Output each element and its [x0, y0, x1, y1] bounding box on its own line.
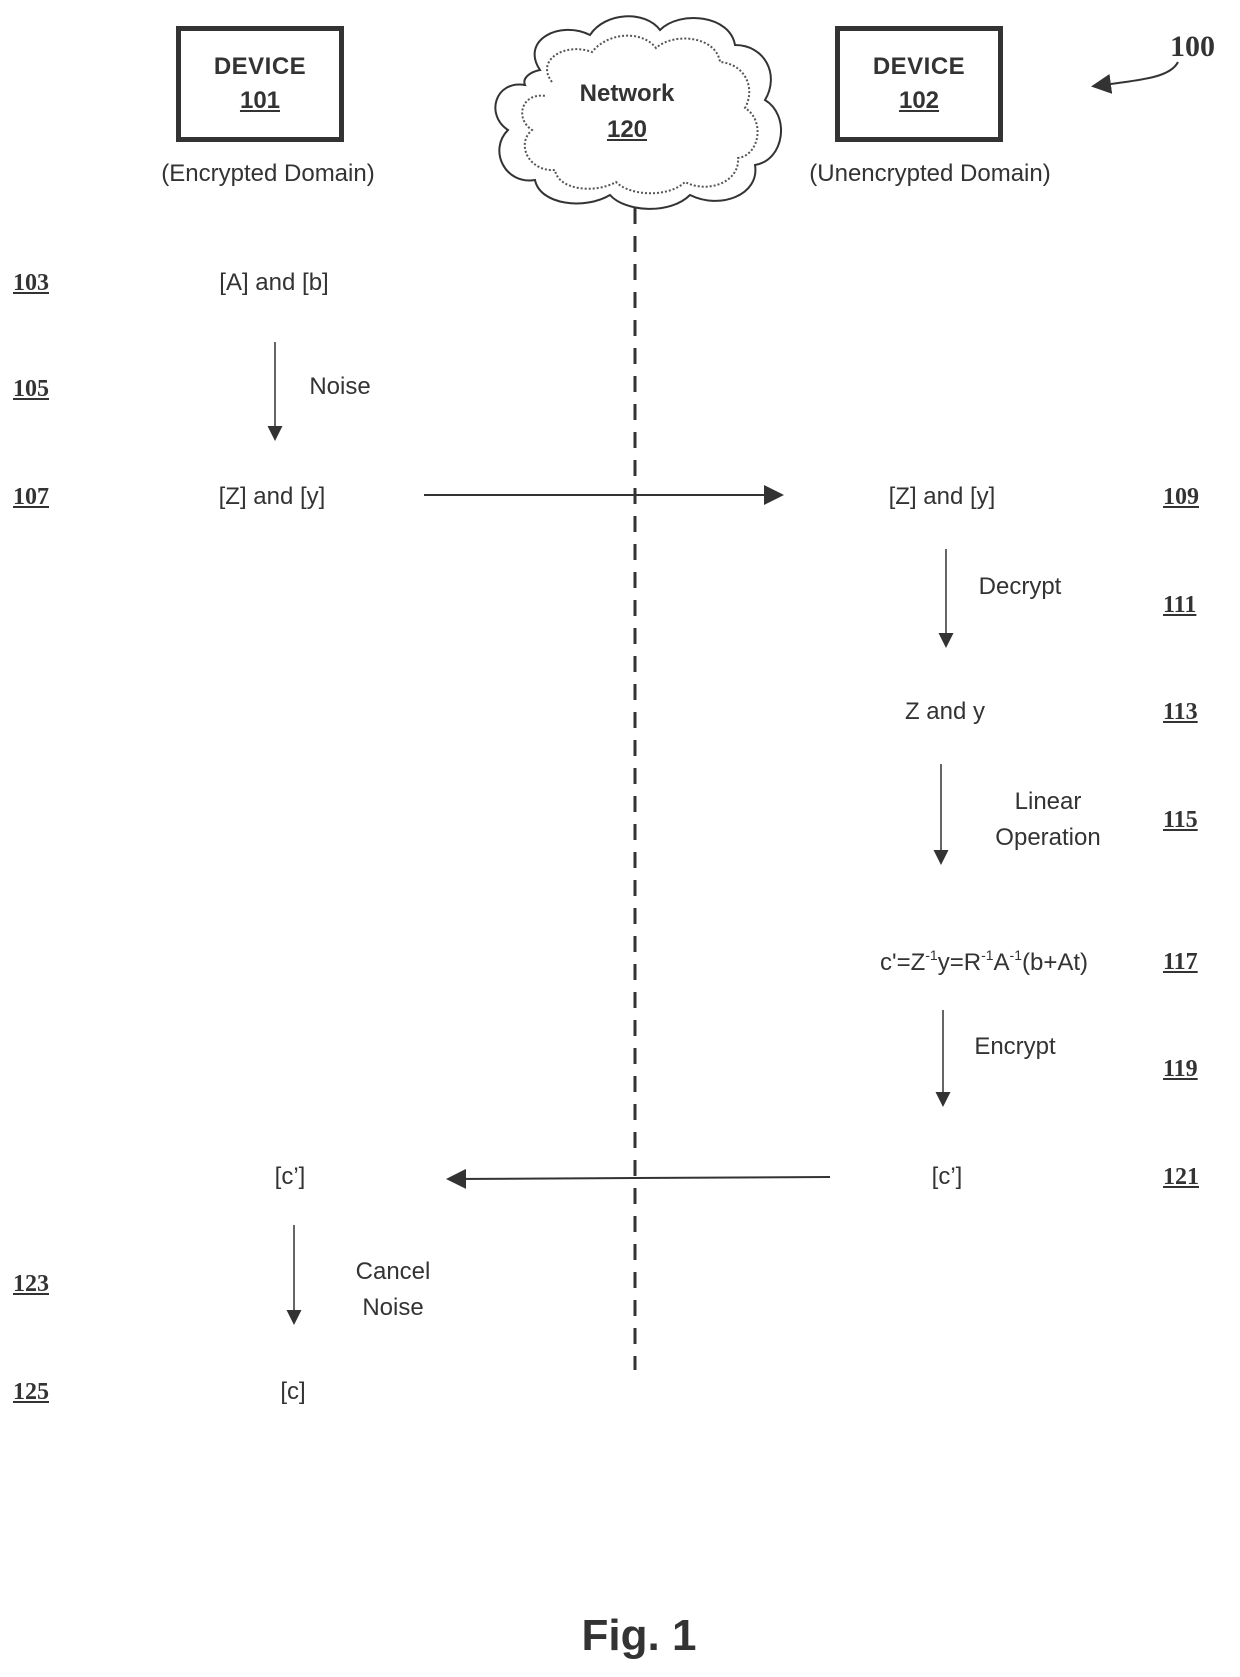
network-label: Network 120 — [580, 80, 675, 144]
ref-125: 125 — [13, 1379, 49, 1405]
unencrypted-domain-label: (Unencrypted Domain) — [809, 160, 1051, 187]
device-102-title: DEVICE — [872, 53, 966, 80]
encrypted-result-c: [c] — [280, 1378, 306, 1405]
ref-117: 117 — [1163, 949, 1198, 975]
device-102-number: 102 — [898, 87, 940, 114]
encrypted-z-and-y-right: [Z] and [y] — [888, 483, 996, 510]
formula-part: c'=Z — [879, 949, 926, 976]
figure-caption: Fig. 1 — [581, 1611, 697, 1660]
device-101-number: 101 — [239, 87, 281, 114]
formula-exponent: -1 — [1009, 947, 1022, 963]
noise-step-label: Noise — [309, 373, 371, 400]
formula-part: y=R — [937, 949, 982, 976]
figure-reference-number: 100 — [1170, 30, 1215, 63]
ref-115: 115 — [1163, 807, 1198, 833]
formula-exponent: -1 — [981, 947, 994, 963]
formula-part: (b+At) — [1021, 949, 1089, 976]
encrypted-z-and-y-left: [Z] and [y] — [218, 483, 326, 510]
formula-part: A — [993, 949, 1010, 976]
ref-103: 103 — [13, 270, 49, 296]
encrypted-c-prime-right: [c’] — [931, 1163, 963, 1190]
decrypt-step-label: Decrypt — [978, 573, 1062, 600]
ref-119: 119 — [1163, 1056, 1198, 1082]
linear-operation-step-label: Linear Operation — [995, 788, 1101, 851]
result-formula: c'=Z-1y=R-1A-1(b+At) — [880, 947, 1088, 977]
formula-exponent: -1 — [925, 947, 938, 963]
encrypt-step-label: Encrypt — [974, 1033, 1056, 1060]
ref-123: 123 — [13, 1271, 49, 1297]
reference-leader-arrow — [1091, 61, 1179, 94]
ref-121: 121 — [1163, 1164, 1199, 1190]
encrypted-a-and-b: [A] and [b] — [219, 269, 329, 296]
network-title: Network — [579, 80, 675, 107]
device-101-title: DEVICE — [213, 53, 307, 80]
network-number: 120 — [606, 116, 648, 143]
ref-105: 105 — [13, 376, 49, 402]
arrow-send-to-device-101 — [446, 1168, 831, 1189]
ref-109: 109 — [1163, 484, 1199, 510]
device-102-box: DEVICE 102 — [835, 26, 1003, 142]
encrypted-c-prime-left: [c’] — [274, 1163, 306, 1190]
ref-107: 107 — [13, 484, 49, 510]
ref-113: 113 — [1163, 699, 1198, 725]
device-101-box: DEVICE 101 — [176, 26, 344, 142]
cancel-noise-step-label: Cancel Noise — [355, 1258, 431, 1321]
encrypted-domain-label: (Encrypted Domain) — [161, 160, 375, 187]
plain-z-and-y: Z and y — [904, 698, 986, 725]
ref-111: 111 — [1163, 592, 1197, 618]
